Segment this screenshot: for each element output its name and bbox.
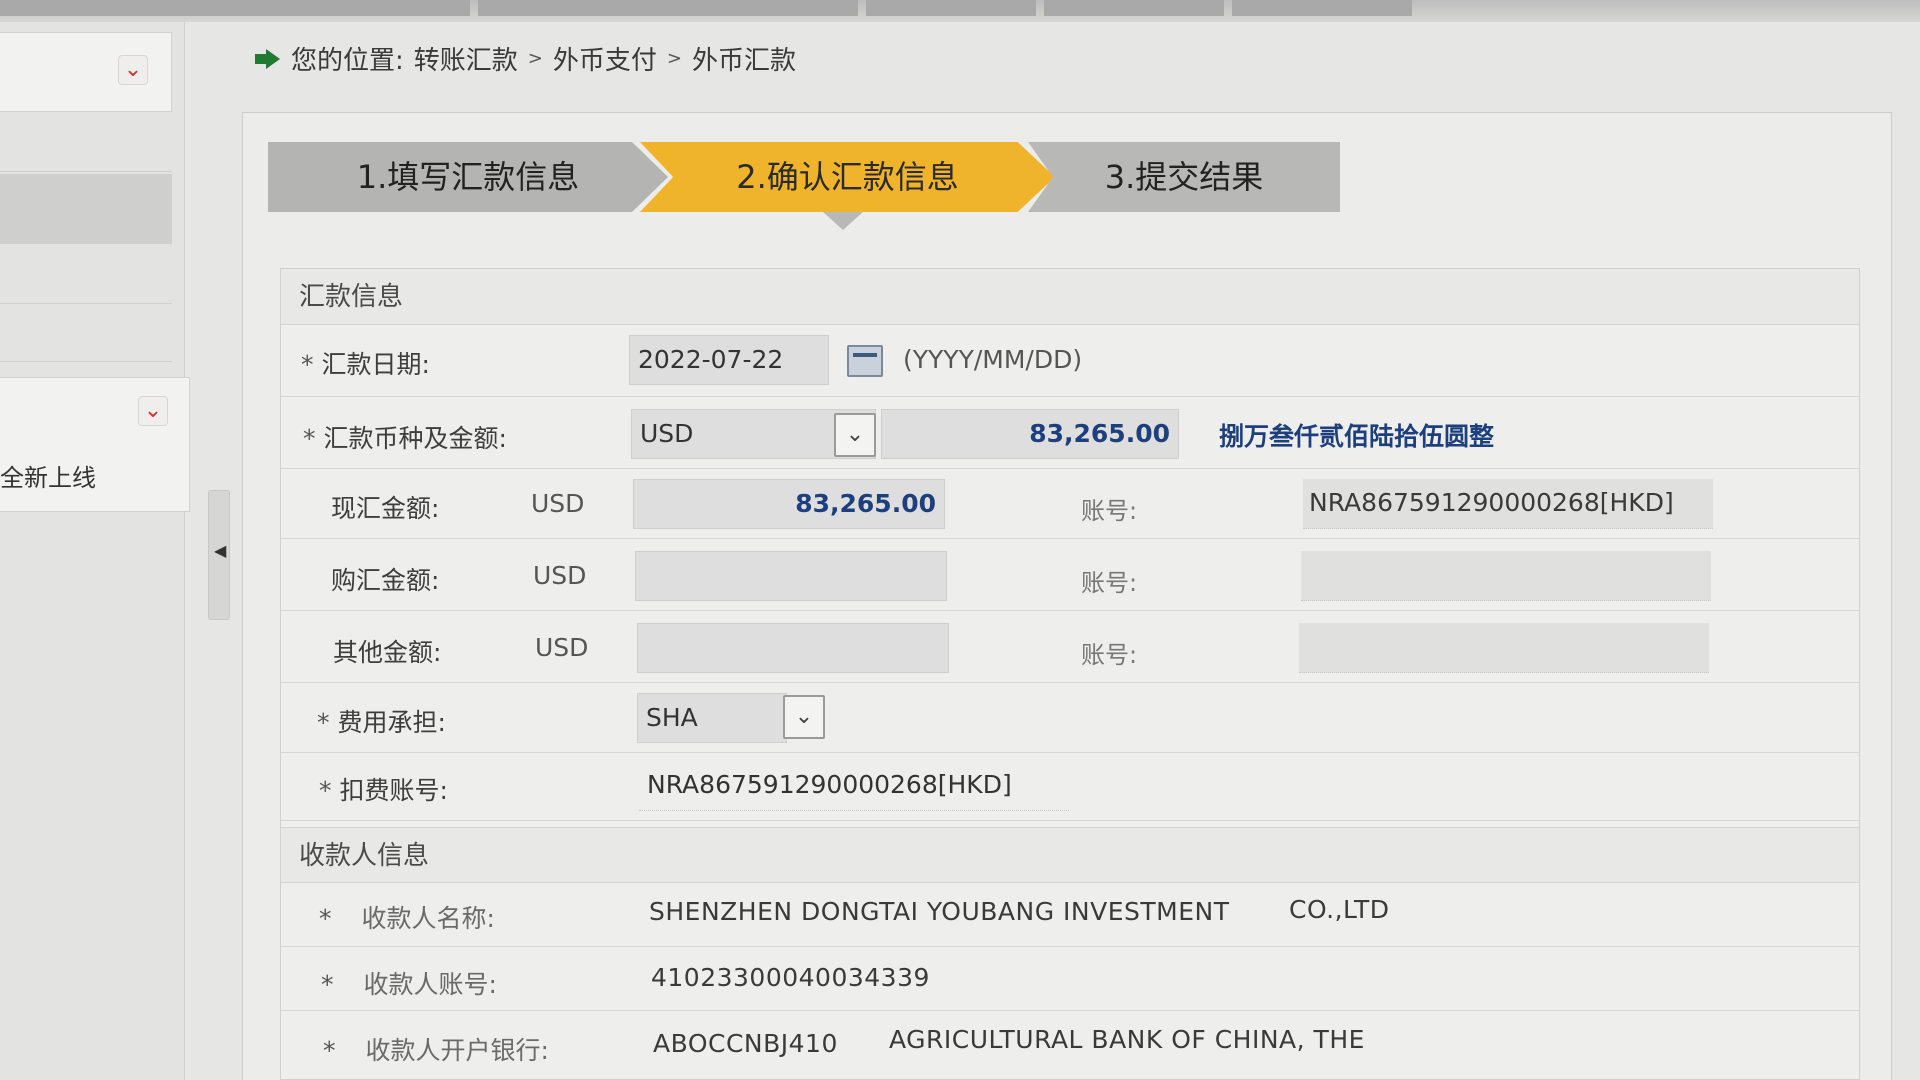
fee-account-value[interactable]: NRA867591290000268[HKD] [639, 761, 1069, 811]
payee-bank-label: * 收款人开户银行: [323, 1031, 549, 1067]
step-submit-result: 3.提交结果 [1028, 142, 1340, 212]
arrow-right-icon [255, 48, 281, 69]
payee-bank-label-text: 收款人开户银行: [365, 1036, 549, 1065]
fee-account-label: * 扣费账号: [319, 771, 448, 807]
purchase-account-field[interactable] [1301, 551, 1711, 601]
date-label-text: 汇款日期: [321, 350, 430, 379]
breadcrumb-separator: > [527, 48, 543, 69]
fee-bearer-label-text: 费用承担: [337, 708, 446, 737]
top-nav-tab[interactable] [1232, 0, 1412, 16]
sidebar-item[interactable] [0, 112, 172, 172]
payee-bank-name: AGRICULTURAL BANK OF CHINA, THE [889, 1025, 1365, 1054]
required-mark: * [319, 904, 332, 933]
amount-value: 83,265.00 [1029, 419, 1170, 448]
required-mark: * [323, 1036, 336, 1065]
step-confirm-info: 2.确认汇款信息 [640, 142, 1055, 212]
cash-amount-row: 现汇金额: USD 83,265.00 账号: NRA8675912900002… [281, 469, 1859, 539]
fee-account-label-text: 扣费账号: [339, 776, 448, 805]
currency-label-text: 汇款币种及金额: [323, 424, 507, 453]
amount-in-words: 捌万叁仟贰佰陆拾伍圆整 [1219, 422, 1495, 451]
sidebar-item-label[interactable]: 全新上线 [0, 458, 96, 493]
required-mark: * [303, 424, 316, 453]
breadcrumb-item[interactable]: 转账汇款 [414, 40, 518, 77]
required-mark: * [317, 708, 330, 737]
date-row: * 汇款日期: 2022-07-22 (YYYY/MM/DD) [281, 325, 1859, 397]
required-mark: * [301, 350, 314, 379]
date-label: * 汇款日期: [301, 345, 430, 381]
sidebar-collapse-handle[interactable]: ◀ [208, 490, 230, 620]
date-field[interactable]: 2022-07-22 [629, 335, 829, 385]
other-amount-label: 其他金额: [333, 638, 442, 667]
breadcrumb: 您的位置: 转账汇款 > 外币支付 > 外币汇款 [255, 40, 796, 77]
payee-name-part1: SHENZHEN DONGTAI YOUBANG INVESTMENT [649, 897, 1230, 926]
payee-bank-row: * 收款人开户银行: ABOCCNBJ410 AGRICULTURAL BANK … [281, 1011, 1859, 1080]
chevron-down-icon[interactable]: ⌄ [118, 55, 148, 85]
remittance-form: 汇款信息 * 汇款日期: 2022-07-22 (YYYY/MM/DD) * 汇款币… [280, 268, 1860, 1080]
sidebar-item[interactable] [0, 244, 172, 304]
sidebar-menu-group[interactable]: ⌄ [0, 32, 172, 112]
top-nav-tab[interactable] [866, 0, 1036, 16]
fee-account-row: * 扣费账号: NRA867591290000268[HKD] [281, 753, 1859, 821]
chevron-down-icon[interactable]: ⌄ [783, 695, 825, 739]
step-fill-info: 1.填写汇款信息 [268, 142, 668, 212]
active-step-indicator [823, 212, 863, 230]
purchase-amount-label: 购汇金额: [331, 566, 440, 595]
payee-account-row: * 收款人账号: 41023300040034339 [281, 947, 1859, 1011]
section-title-payee: 收款人信息 [281, 827, 1859, 883]
cash-account-label: 账号: [1081, 497, 1138, 525]
sidebar-menu-group[interactable]: ⌄ 全新上线 [0, 377, 190, 512]
purchase-amount-row: 购汇金额: USD 账号: [281, 539, 1859, 611]
section-title-remit: 汇款信息 [281, 269, 1859, 325]
fee-bearer-row: * 费用承担: SHA ⌄ [281, 683, 1859, 753]
breadcrumb-item[interactable]: 外币支付 [553, 40, 657, 77]
sidebar-item[interactable] [0, 304, 172, 362]
breadcrumb-prefix: 您的位置: [291, 46, 404, 76]
cash-currency: USD [531, 489, 585, 518]
date-format-hint: (YYYY/MM/DD) [903, 345, 1083, 374]
purchase-account-label: 账号: [1081, 569, 1138, 597]
other-amount-row: 其他金额: USD 账号: [281, 611, 1859, 683]
required-mark: * [319, 776, 332, 805]
chevron-down-icon[interactable]: ⌄ [138, 396, 168, 426]
fee-bearer-label: * 费用承担: [317, 703, 446, 739]
payee-name-label-text: 收款人名称: [361, 904, 495, 933]
top-nav-tab[interactable] [0, 0, 470, 16]
cash-amount-label: 现汇金额: [331, 494, 440, 523]
chevron-down-icon[interactable]: ⌄ [834, 413, 876, 457]
other-account-label: 账号: [1081, 641, 1138, 669]
currency-amount-row: * 汇款币种及金额: USD ⌄ 83,265.00 捌万叁仟贰佰陆拾伍圆整 [281, 397, 1859, 469]
top-nav-strip [0, 0, 1920, 22]
cash-account-field[interactable]: NRA867591290000268[HKD] [1303, 479, 1713, 529]
calendar-icon[interactable] [847, 345, 883, 377]
purchase-currency: USD [533, 561, 587, 590]
cash-amount-value: 83,265.00 [795, 489, 936, 518]
sidebar: ⌄ ⌄ 全新上线 [0, 22, 190, 1080]
sidebar-item-active[interactable] [0, 174, 172, 244]
other-account-field[interactable] [1299, 623, 1709, 673]
required-mark: * [321, 970, 334, 999]
other-currency: USD [535, 633, 589, 662]
payee-name-part2: CO.,LTD [1289, 895, 1390, 924]
cash-amount-field[interactable]: 83,265.00 [633, 479, 945, 529]
payee-account-label-text: 收款人账号: [363, 970, 497, 999]
other-amount-field[interactable] [637, 623, 949, 673]
breadcrumb-separator: > [666, 48, 682, 69]
purchase-amount-field[interactable] [635, 551, 947, 601]
payee-bank-swift: ABOCCNBJ410 [653, 1029, 838, 1058]
payee-account-label: * 收款人账号: [321, 965, 497, 1001]
fee-bearer-select[interactable]: SHA [637, 693, 787, 743]
payee-account-value: 41023300040034339 [651, 963, 930, 992]
top-nav-tab[interactable] [478, 0, 858, 16]
breadcrumb-item: 外币汇款 [691, 46, 796, 76]
caret-left-icon: ◀ [214, 541, 227, 560]
payee-name-row: * 收款人名称: SHENZHEN DONGTAI YOUBANG INVESTM… [281, 883, 1859, 947]
top-nav-tab[interactable] [1044, 0, 1224, 16]
payee-name-label: * 收款人名称: [319, 899, 495, 935]
currency-label: * 汇款币种及金额: [303, 419, 507, 455]
amount-field[interactable]: 83,265.00 [881, 409, 1179, 459]
